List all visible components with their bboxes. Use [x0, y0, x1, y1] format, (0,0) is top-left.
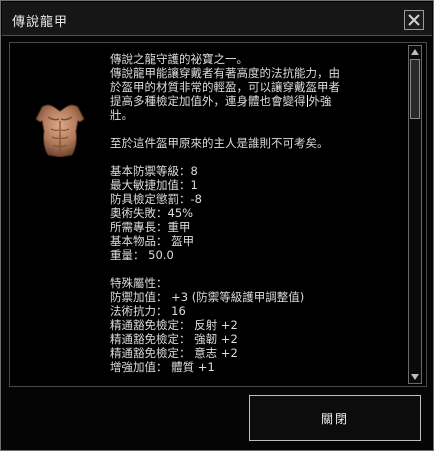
description-line: 傳說之龍守護的祕寶之一。: [110, 52, 248, 66]
armor-breastplate-icon: [35, 104, 85, 157]
special-properties-header: 特殊屬性：: [110, 276, 168, 290]
close-dialog-button[interactable]: 關閉: [249, 395, 421, 441]
description-line: 提高多種檢定加值外，連身體也會變得 外強: [110, 94, 400, 108]
description-text: 提高多種檢定加值外，連身體也會變得: [110, 94, 306, 108]
special-property: 增強加值： 體質 +1: [110, 360, 215, 374]
close-icon: [408, 14, 420, 26]
footer: 關閉: [9, 395, 427, 443]
arrow-up-icon[interactable]: [410, 47, 420, 57]
item-description: 傳說之龍守護的祕寶之一。 傳說龍甲能讓穿戴者有著高度的法抗能力，由 於盔甲的材質…: [110, 52, 400, 374]
scroll-thumb[interactable]: [410, 59, 420, 119]
text-caret: [306, 95, 308, 107]
stat-base-item: 基本物品： 盔甲: [110, 234, 195, 248]
special-property: 精通豁免檢定： 強韌 +2: [110, 332, 238, 346]
description-panel: 傳說之龍守護的祕寶之一。 傳說龍甲能讓穿戴者有著高度的法抗能力，由 於盔甲的材質…: [9, 42, 427, 387]
stat-required-feat: 所需專長：重甲: [110, 220, 191, 234]
special-property: 法術抗力： 16: [110, 304, 186, 318]
stat-check-penalty: 防具檢定懲罰：-8: [110, 192, 202, 206]
arrow-down-icon[interactable]: [410, 372, 420, 382]
special-property: 防禦加值： +3 (防禦等級護甲調整值): [110, 290, 305, 304]
special-property: 精通豁免檢定： 反射 +2: [110, 318, 238, 332]
window-title: 傳說龍甲: [12, 15, 69, 30]
description-line: 於盔甲的材質非常的輕盈，可以讓穿戴盔甲者: [110, 80, 340, 94]
description-line: 壯。: [110, 108, 133, 122]
description-line: 傳說龍甲能讓穿戴者有著高度的法抗能力，由: [110, 66, 340, 80]
special-property: 精通豁免檢定： 意志 +2: [110, 346, 238, 360]
title-bar: 傳說龍甲: [2, 2, 432, 36]
lore-text: 至於這件盔甲原來的主人是誰則不可考矣。: [110, 136, 329, 150]
stat-max-dex: 最大敏捷加值：1: [110, 178, 198, 192]
description-text: 外強: [308, 94, 332, 108]
item-description-window: 傳說龍甲 傳說之龍守護的祕寶之一。 傳說龍甲能讓穿戴者有著高度的法抗能力，由 於…: [0, 0, 434, 451]
stat-weight: 重量： 50.0: [110, 248, 174, 262]
close-button[interactable]: [404, 10, 424, 30]
scrollbar[interactable]: [408, 45, 422, 384]
stat-arcane-failure: 奧術失敗：45%: [110, 206, 194, 220]
stat-base-ac: 基本防禦等級：8: [110, 164, 198, 178]
